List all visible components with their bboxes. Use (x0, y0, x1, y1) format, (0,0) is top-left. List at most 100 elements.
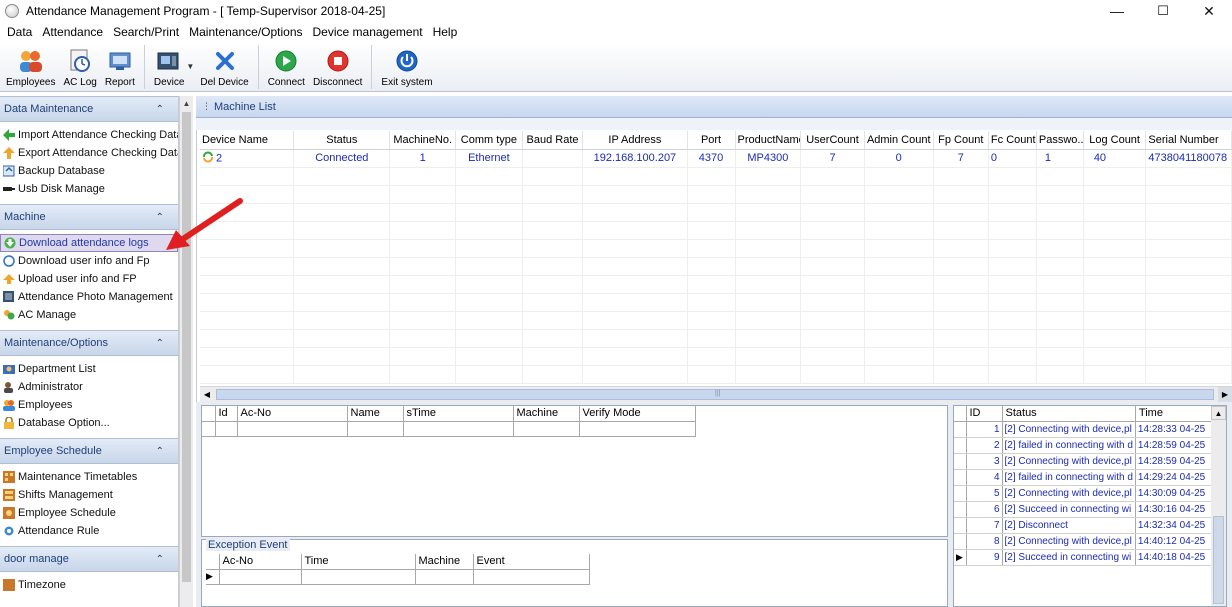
scroll-left-icon[interactable]: ◀ (200, 387, 214, 402)
connect-button[interactable]: Connect (264, 43, 309, 91)
col-admin-count[interactable]: Admin Count (864, 131, 934, 150)
sidebar-item-shifts-management[interactable]: Shifts Management (0, 486, 178, 504)
col-id[interactable]: Id (215, 406, 238, 422)
col-machine-no[interactable]: MachineNo. (389, 131, 457, 150)
employees-button[interactable]: Employees (2, 43, 59, 91)
col-baud-rate[interactable]: Baud Rate (522, 131, 584, 150)
col-verify-mode[interactable]: Verify Mode (579, 406, 696, 422)
sidebar-item-employees[interactable]: Employees (0, 396, 178, 414)
col-status[interactable]: Status (1002, 406, 1136, 422)
sidebar-section-machine[interactable]: Machine ⌃ (0, 204, 178, 230)
col-id[interactable]: ID (966, 406, 1003, 422)
disconnect-button[interactable]: Disconnect (309, 43, 366, 91)
scroll-up-icon[interactable]: ▲ (180, 96, 193, 110)
col-ac-no[interactable]: Ac-No (219, 554, 302, 570)
collapse-chevron-icon[interactable]: ⌃ (156, 554, 164, 565)
col-name[interactable]: Name (347, 406, 404, 422)
col-fc-count[interactable]: Fc Count (988, 131, 1037, 150)
collapse-chevron-icon[interactable]: ⌃ (156, 338, 164, 349)
table-row[interactable]: 1 [2] Connecting with device,pl 14:28:33 0… (954, 421, 1216, 438)
table-row[interactable]: 5 [2] Connecting with device,pl 14:30:09 0… (954, 485, 1216, 502)
col-comm-type[interactable]: Comm type (455, 131, 523, 150)
col-machine[interactable]: Machine (415, 554, 474, 570)
device-button[interactable]: Device (150, 43, 189, 91)
table-row[interactable]: 7 [2] Disconnect 14:32:34 04-25 (954, 517, 1216, 534)
table-row[interactable] (202, 421, 696, 437)
table-row[interactable]: 2 Connected 1 Ethernet 192.168.100.207 4… (200, 149, 1232, 168)
sidebar-item-usb-disk[interactable]: Usb Disk Manage (0, 180, 178, 198)
table-row[interactable]: 8 [2] Connecting with device,pl 14:40:12 0… (954, 533, 1216, 550)
col-status[interactable]: Status (293, 131, 391, 150)
table-row[interactable]: 4 [2] failed in connecting with d 14:29:24… (954, 469, 1216, 486)
device-dropdown-icon[interactable]: ▼ (186, 62, 194, 71)
menu-data[interactable]: Data (2, 25, 37, 39)
status-scrollbar[interactable]: ▲ (1211, 406, 1226, 606)
sidebar-item-backup-database[interactable]: Backup Database (0, 162, 178, 180)
col-device-name[interactable]: Device Name (200, 131, 295, 150)
col-event[interactable]: Event (473, 554, 590, 570)
horizontal-scrollbar[interactable]: ◀ ||| ▶ (200, 386, 1232, 402)
scrollbar-thumb[interactable]: ||| (216, 389, 1214, 400)
sidebar-item-department-list[interactable]: Department List (0, 360, 178, 378)
sidebar-item-maintenance-timetables[interactable]: Maintenance Timetables (0, 468, 178, 486)
col-password[interactable]: Passwo... (1036, 131, 1084, 150)
col-fp-count[interactable]: Fp Count (933, 131, 989, 150)
close-button[interactable]: ✕ (1186, 0, 1232, 22)
employees-label: Employees (6, 77, 56, 88)
minimize-button[interactable]: — (1094, 0, 1140, 22)
sidebar-item-download-user-info[interactable]: Download user info and Fp (0, 252, 178, 270)
col-serial-number[interactable]: Serial Number (1145, 131, 1232, 150)
report-button[interactable]: Report (101, 43, 139, 91)
sidebar-item-timezone[interactable]: Timezone (0, 576, 178, 594)
sidebar-item-attendance-rule[interactable]: Attendance Rule (0, 522, 178, 540)
menu-device-management[interactable]: Device management (308, 25, 428, 39)
scrollbar-thumb[interactable] (182, 112, 191, 582)
scroll-up-icon[interactable]: ▲ (1211, 406, 1226, 420)
sidebar-section-maintenance-options[interactable]: Maintenance/Options ⌃ (0, 330, 178, 356)
sidebar-scrollbar[interactable]: ▲ (179, 96, 193, 607)
sidebar-item-administrator[interactable]: Administrator (0, 378, 178, 396)
cell-device-name[interactable]: 2 (200, 149, 295, 168)
scrollbar-thumb[interactable] (1213, 516, 1224, 604)
col-log-count[interactable]: Log Count (1083, 131, 1147, 150)
col-ip-address[interactable]: IP Address (582, 131, 688, 150)
menu-search-print[interactable]: Search/Print (108, 25, 184, 39)
sidebar-item-import-attendance[interactable]: Import Attendance Checking Data (0, 126, 178, 144)
col-user-count[interactable]: UserCount (800, 131, 865, 150)
sidebar-section-employee-schedule[interactable]: Employee Schedule ⌃ (0, 438, 178, 464)
scroll-right-icon[interactable]: ▶ (1218, 387, 1232, 402)
sidebar-section-door-manage[interactable]: door manage ⌃ (0, 546, 178, 572)
collapse-chevron-icon[interactable]: ⌃ (156, 446, 164, 457)
sidebar-item-upload-user-info[interactable]: Upload user info and FP (0, 270, 178, 288)
row-header (202, 421, 216, 437)
sidebar-item-employee-schedule[interactable]: Employee Schedule (0, 504, 178, 522)
col-time[interactable]: Time (1135, 406, 1216, 422)
sidebar-section-data-maintenance[interactable]: Data Maintenance ⌃ (0, 96, 178, 122)
table-row[interactable]: 2 [2] failed in connecting with d 14:28:59… (954, 437, 1216, 454)
sidebar-item-database-option[interactable]: Database Option... (0, 414, 178, 432)
collapse-chevron-icon[interactable]: ⌃ (156, 104, 164, 115)
ac-log-button[interactable]: AC Log (59, 43, 100, 91)
maximize-button[interactable]: ☐ (1140, 0, 1186, 22)
cell-log-count: 40 (1083, 149, 1147, 168)
table-row[interactable]: ▶ (206, 569, 590, 585)
col-port[interactable]: Port (687, 131, 736, 150)
table-row[interactable]: ▶ 9 [2] Succeed in connecting wi 14:40:18 0… (954, 549, 1216, 566)
del-device-button[interactable]: Del Device (196, 43, 252, 91)
col-product-name[interactable]: ProductName (735, 131, 802, 150)
sidebar-item-download-attendance-logs[interactable]: Download attendance logs (0, 234, 178, 252)
col-ac-no[interactable]: Ac-No (237, 406, 348, 422)
administrator-icon (3, 381, 15, 393)
exit-system-button[interactable]: Exit system (377, 43, 436, 91)
sidebar-item-attendance-photo[interactable]: Attendance Photo Management (0, 288, 178, 306)
sidebar-item-export-attendance[interactable]: Export Attendance Checking Data (0, 144, 178, 162)
menu-attendance[interactable]: Attendance (37, 25, 108, 39)
col-machine[interactable]: Machine (513, 406, 580, 422)
menu-maintenance-options[interactable]: Maintenance/Options (184, 25, 307, 39)
col-stime[interactable]: sTime (403, 406, 514, 422)
table-row[interactable]: 6 [2] Succeed in connecting wi 14:30:16 04… (954, 501, 1216, 518)
menu-help[interactable]: Help (428, 25, 463, 39)
sidebar-item-ac-manage[interactable]: AC Manage (0, 306, 178, 324)
table-row[interactable]: 3 [2] Connecting with device,pl 14:28:59 0… (954, 453, 1216, 470)
col-time[interactable]: Time (301, 554, 416, 570)
